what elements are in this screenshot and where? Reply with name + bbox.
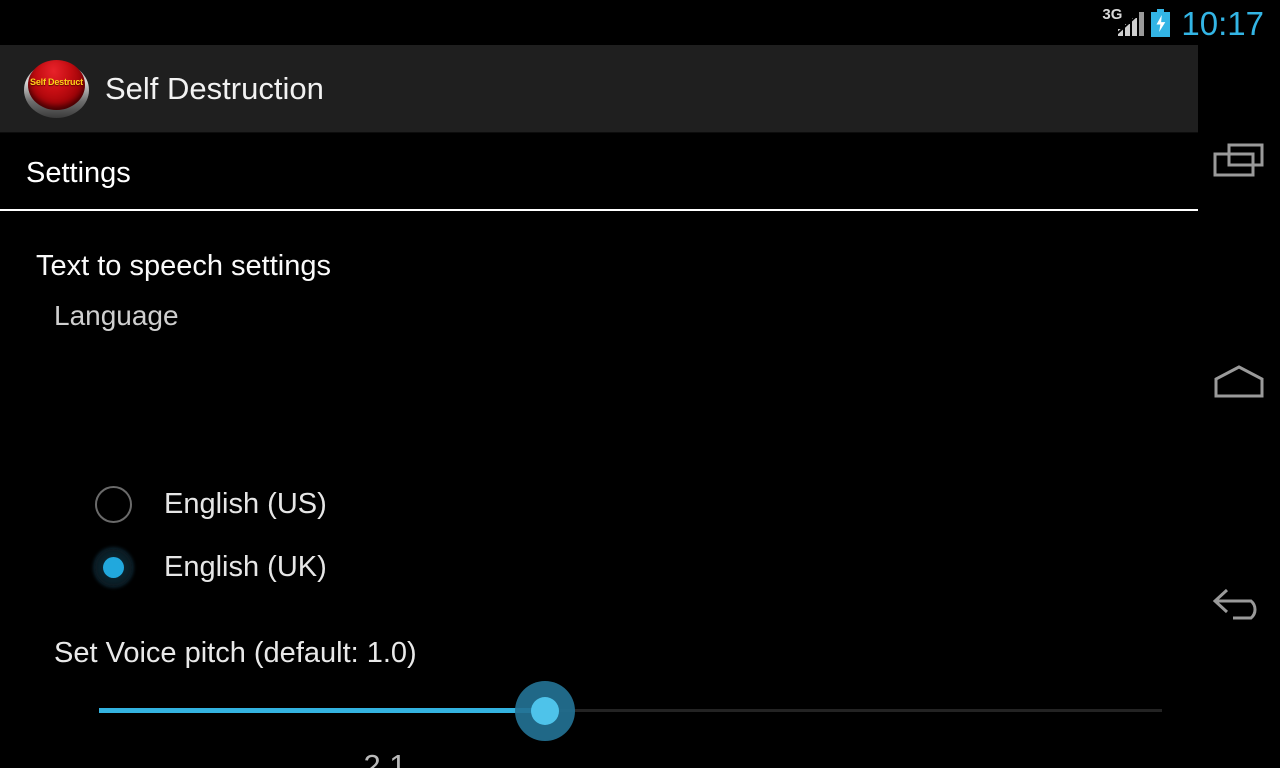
language-label: Language [54, 300, 179, 331]
status-bar-right-cluster: 3G 10:17 [1102, 5, 1264, 42]
voice-pitch-label: Set Voice pitch (default: 1.0) [54, 637, 417, 669]
battery-charging-icon [1151, 9, 1171, 37]
voice-pitch-value: 2.1 [363, 748, 407, 768]
signal-bars-glyph [1116, 10, 1145, 36]
status-bar: 3G 10:17 [0, 0, 1280, 45]
text-to-speech-section-header: Text to speech settings [36, 250, 331, 282]
signal-bars-icon: 3G [1102, 7, 1145, 38]
slider-thumb[interactable] [515, 681, 575, 741]
status-bar-clock: 10:17 [1181, 5, 1264, 42]
android-screen: 3G 10:17 Self Destruct Self Destruction … [0, 0, 1280, 768]
radio-button-english-us[interactable] [95, 486, 132, 523]
title-divider [0, 209, 1198, 211]
home-button[interactable] [1198, 345, 1280, 419]
radio-label-english-us: English (US) [164, 488, 327, 520]
app-title: Self Destruction [105, 70, 324, 106]
app-icon-label: Self Destruct [30, 76, 83, 87]
home-icon [1214, 365, 1264, 398]
settings-content: Settings Text to speech settings Languag… [0, 133, 1198, 768]
navigation-bar [1198, 45, 1280, 768]
radio-label-english-uk: English (UK) [164, 551, 327, 583]
radio-option-english-us[interactable]: English (US) [95, 486, 327, 523]
action-bar: Self Destruct Self Destruction [0, 45, 1198, 133]
voice-pitch-slider[interactable] [99, 681, 1162, 741]
back-arrow-icon [1212, 588, 1257, 620]
radio-button-english-uk[interactable] [95, 549, 132, 586]
back-button[interactable] [1198, 568, 1280, 642]
page-title: Settings [26, 157, 131, 189]
self-destruct-button-icon[interactable]: Self Destruct [24, 58, 89, 120]
recent-apps-button[interactable] [1198, 123, 1280, 197]
radio-option-english-uk[interactable]: English (UK) [95, 549, 327, 586]
slider-track-filled [99, 708, 546, 713]
recent-apps-icon [1213, 143, 1264, 177]
